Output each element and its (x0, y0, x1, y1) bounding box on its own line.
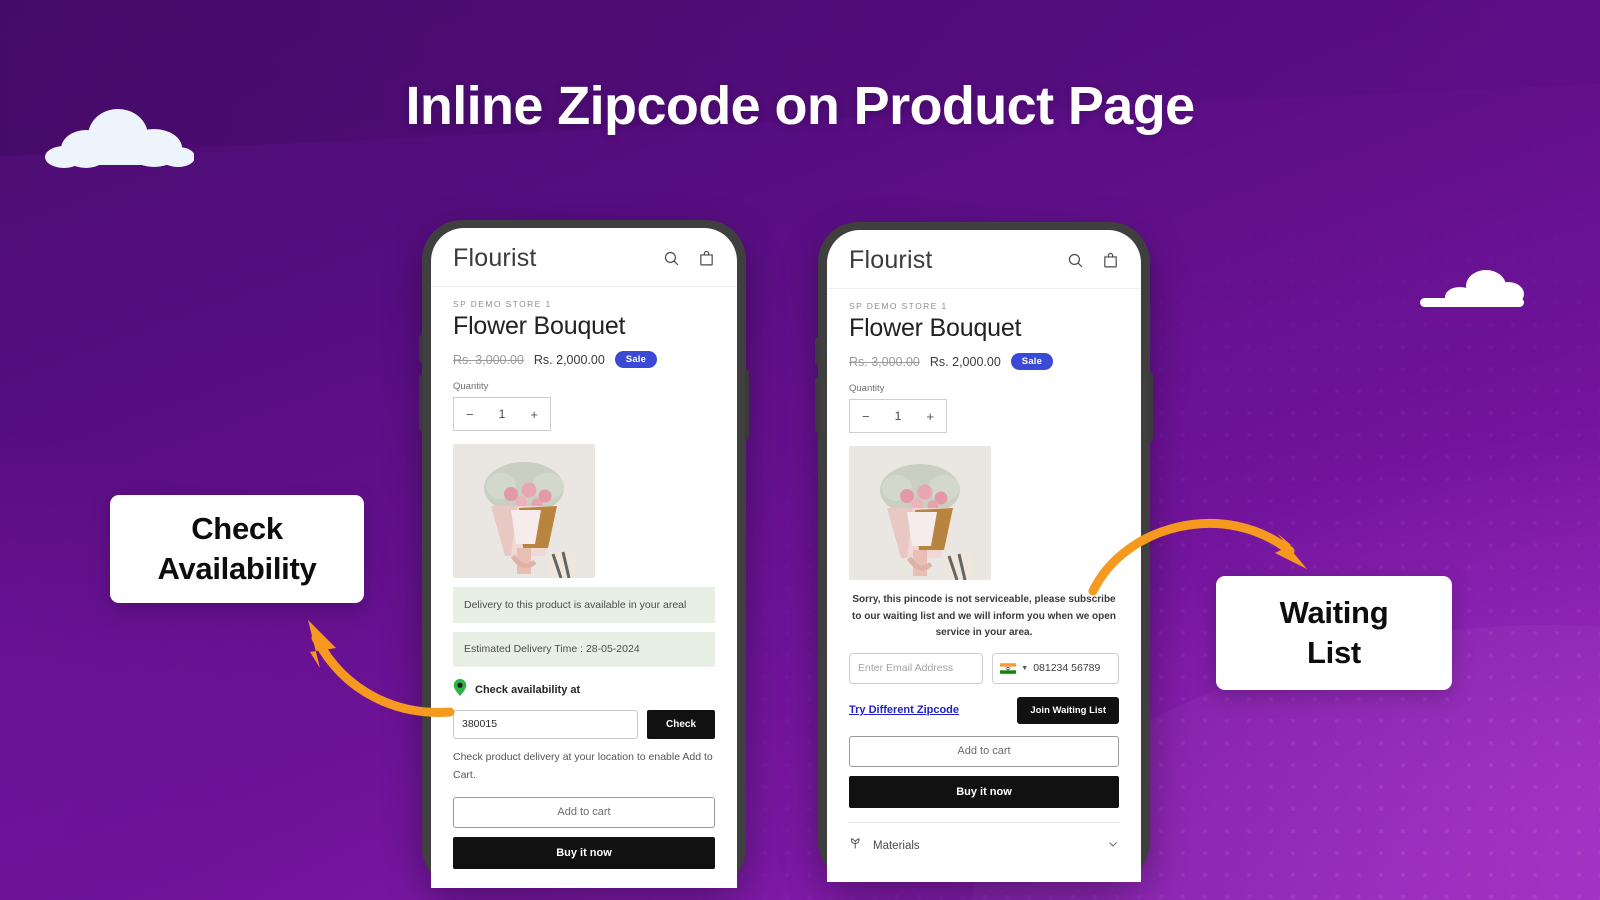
materials-label: Materials (873, 839, 920, 852)
add-to-cart-button[interactable]: Add to cart (453, 796, 715, 828)
status-badge: Sale (614, 351, 658, 368)
page-title: Inline Zipcode on Product Page (405, 76, 1195, 136)
add-to-cart-hint: Check product delivery at your location … (453, 750, 713, 782)
price-row: Rs. 3,000.00 Rs. 2,000.00 Sale (849, 353, 1119, 370)
add-to-cart-button[interactable]: Add to cart (849, 735, 1119, 767)
callout-left-line2: Availability (157, 551, 317, 586)
callout-left-line1: Check (191, 511, 283, 547)
price-row: Rs. 3,000.00 Rs. 2,000.00 Sale (453, 351, 715, 368)
status-badge: Sale (1010, 353, 1054, 370)
try-different-zipcode-link[interactable]: Try Different Zipcode (849, 704, 959, 716)
chevron-down-icon[interactable] (1107, 837, 1119, 855)
estimated-delivery-notice: Estimated Delivery Time : 28-05-2024 (453, 632, 715, 667)
quantity-decrement-button[interactable]: − (862, 409, 870, 424)
quantity-increment-button[interactable]: + (530, 407, 538, 422)
callout-check-availability: Check Availability (110, 495, 364, 603)
quantity-label: Quantity (453, 381, 489, 392)
cart-icon[interactable] (1102, 252, 1119, 269)
quantity-decrement-button[interactable]: − (466, 407, 474, 422)
india-flag-icon (1000, 662, 1017, 674)
quantity-stepper[interactable]: − 1 + (849, 399, 947, 433)
check-availability-heading: Check availability at (453, 678, 715, 701)
product-title: Flower Bouquet (453, 312, 626, 340)
waiting-list-actions: Try Different Zipcode Join Waiting List (849, 696, 1119, 724)
product-image[interactable] (453, 444, 595, 578)
product-vendor: SP DEMO STORE 1 (453, 299, 552, 309)
buy-it-now-button[interactable]: Buy it now (849, 775, 1119, 808)
buy-it-now-button[interactable]: Buy it now (453, 836, 715, 869)
price-original: Rs. 3,000.00 (453, 352, 524, 367)
materials-icon (849, 836, 864, 856)
arrow-to-check-availability (290, 612, 460, 722)
phone-side-button (745, 370, 749, 440)
product-title: Flower Bouquet (849, 314, 1022, 342)
product-image[interactable] (849, 446, 991, 580)
zipcode-row: 380015 Check (453, 709, 715, 739)
store-brand[interactable]: Flourist (849, 246, 933, 275)
price-original: Rs. 3,000.00 (849, 354, 920, 369)
quantity-value: 1 (498, 407, 506, 421)
store-header: Flourist (431, 228, 737, 287)
phone-number-value: 081234 56789 (1033, 662, 1101, 674)
search-icon[interactable] (663, 250, 680, 267)
price-sale: Rs. 2,000.00 (929, 354, 1001, 369)
quantity-stepper[interactable]: − 1 + (453, 397, 551, 431)
callout-right-line2: List (1307, 635, 1361, 670)
store-header: Flourist (827, 230, 1141, 289)
materials-accordion[interactable]: Materials (849, 821, 1119, 868)
check-button[interactable]: Check (647, 709, 715, 739)
product-vendor: SP DEMO STORE 1 (849, 301, 948, 311)
zipcode-input[interactable]: 380015 (453, 709, 638, 739)
phone-field[interactable]: ▼ 081234 56789 (992, 652, 1119, 684)
callout-right-line1: Waiting (1279, 595, 1389, 631)
cloud-right-icon (1414, 268, 1530, 312)
check-availability-label: Check availability at (475, 683, 581, 696)
cart-icon[interactable] (698, 250, 715, 267)
quantity-value: 1 (894, 409, 902, 423)
phone-screen-left: Flourist SP DEMO STORE 1 Flower Bouquet (431, 228, 737, 888)
quantity-label: Quantity (849, 383, 885, 394)
waiting-list-fields: Enter Email Address ▼ 081234 56789 (849, 652, 1119, 684)
quantity-increment-button[interactable]: + (926, 409, 934, 424)
store-brand[interactable]: Flourist (453, 244, 537, 273)
arrow-to-waiting-list (1085, 495, 1325, 596)
phone-side-button (1149, 372, 1153, 442)
chevron-down-icon[interactable]: ▼ (1021, 665, 1028, 672)
search-icon[interactable] (1067, 252, 1084, 269)
email-field[interactable]: Enter Email Address (849, 652, 984, 684)
availability-notice: Delivery to this product is available in… (453, 587, 715, 624)
price-sale: Rs. 2,000.00 (533, 352, 605, 367)
phone-mockup-left: Flourist SP DEMO STORE 1 Flower Bouquet (419, 220, 749, 888)
not-serviceable-message: Sorry, this pincode is not serviceable, … (852, 594, 1116, 638)
join-waiting-list-button[interactable]: Join Waiting List (1017, 696, 1119, 724)
